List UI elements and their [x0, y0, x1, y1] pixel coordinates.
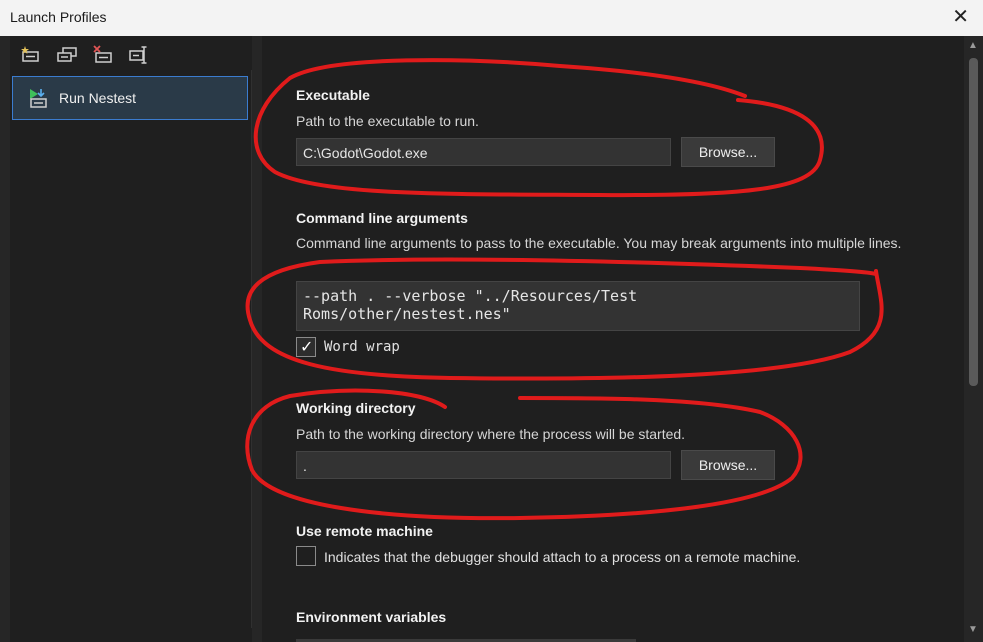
word-wrap-label: Word wrap [324, 339, 400, 355]
arguments-title: Command line arguments [296, 210, 468, 226]
executable-input[interactable]: C:\Godot\Godot.exe [296, 138, 671, 166]
executable-browse-button[interactable]: Browse... [681, 137, 775, 167]
title-bar: Launch Profiles ✕ [0, 0, 983, 36]
close-icon[interactable]: ✕ [952, 6, 969, 28]
scroll-down-icon[interactable]: ▼ [968, 624, 978, 635]
scroll-up-icon[interactable]: ▲ [968, 40, 978, 51]
working-directory-description: Path to the working directory where the … [296, 426, 686, 442]
duplicate-profile-icon[interactable] [54, 44, 80, 66]
profile-label: Run Nestest [59, 90, 137, 106]
arguments-description: Command line arguments to pass to the ex… [296, 235, 902, 251]
rename-profile-icon[interactable] [126, 44, 152, 66]
working-directory-input[interactable]: . [296, 451, 671, 479]
vertical-scrollbar[interactable]: ▲ ▼ [964, 36, 983, 642]
remote-title: Use remote machine [296, 523, 433, 539]
delete-profile-icon[interactable] [90, 44, 116, 66]
profile-settings: Executable Path to the executable to run… [262, 36, 964, 642]
checkmark-icon: ✓ [300, 339, 314, 356]
left-gutter [0, 36, 10, 642]
word-wrap-checkbox[interactable]: ✓ [296, 337, 316, 357]
working-directory-browse-button[interactable]: Browse... [681, 450, 775, 480]
new-profile-icon[interactable] [18, 44, 44, 66]
panel-splitter[interactable] [252, 36, 262, 642]
executable-description: Path to the executable to run. [296, 113, 479, 129]
arguments-input[interactable]: --path . --verbose "../Resources/Test Ro… [296, 281, 860, 331]
working-directory-title: Working directory [296, 400, 416, 416]
scrollbar-thumb[interactable] [969, 58, 978, 386]
window-title: Launch Profiles [10, 9, 107, 25]
remote-description: Indicates that the debugger should attac… [324, 549, 801, 565]
profiles-toolbar [18, 44, 152, 68]
profile-item-run-nestest[interactable]: Run Nestest [12, 76, 248, 120]
profile-list: Run Nestest [10, 70, 252, 628]
executable-title: Executable [296, 87, 370, 103]
run-profile-icon [27, 87, 49, 109]
remote-checkbox[interactable] [296, 546, 316, 566]
environment-description-clipped [296, 634, 856, 642]
environment-title: Environment variables [296, 609, 447, 625]
